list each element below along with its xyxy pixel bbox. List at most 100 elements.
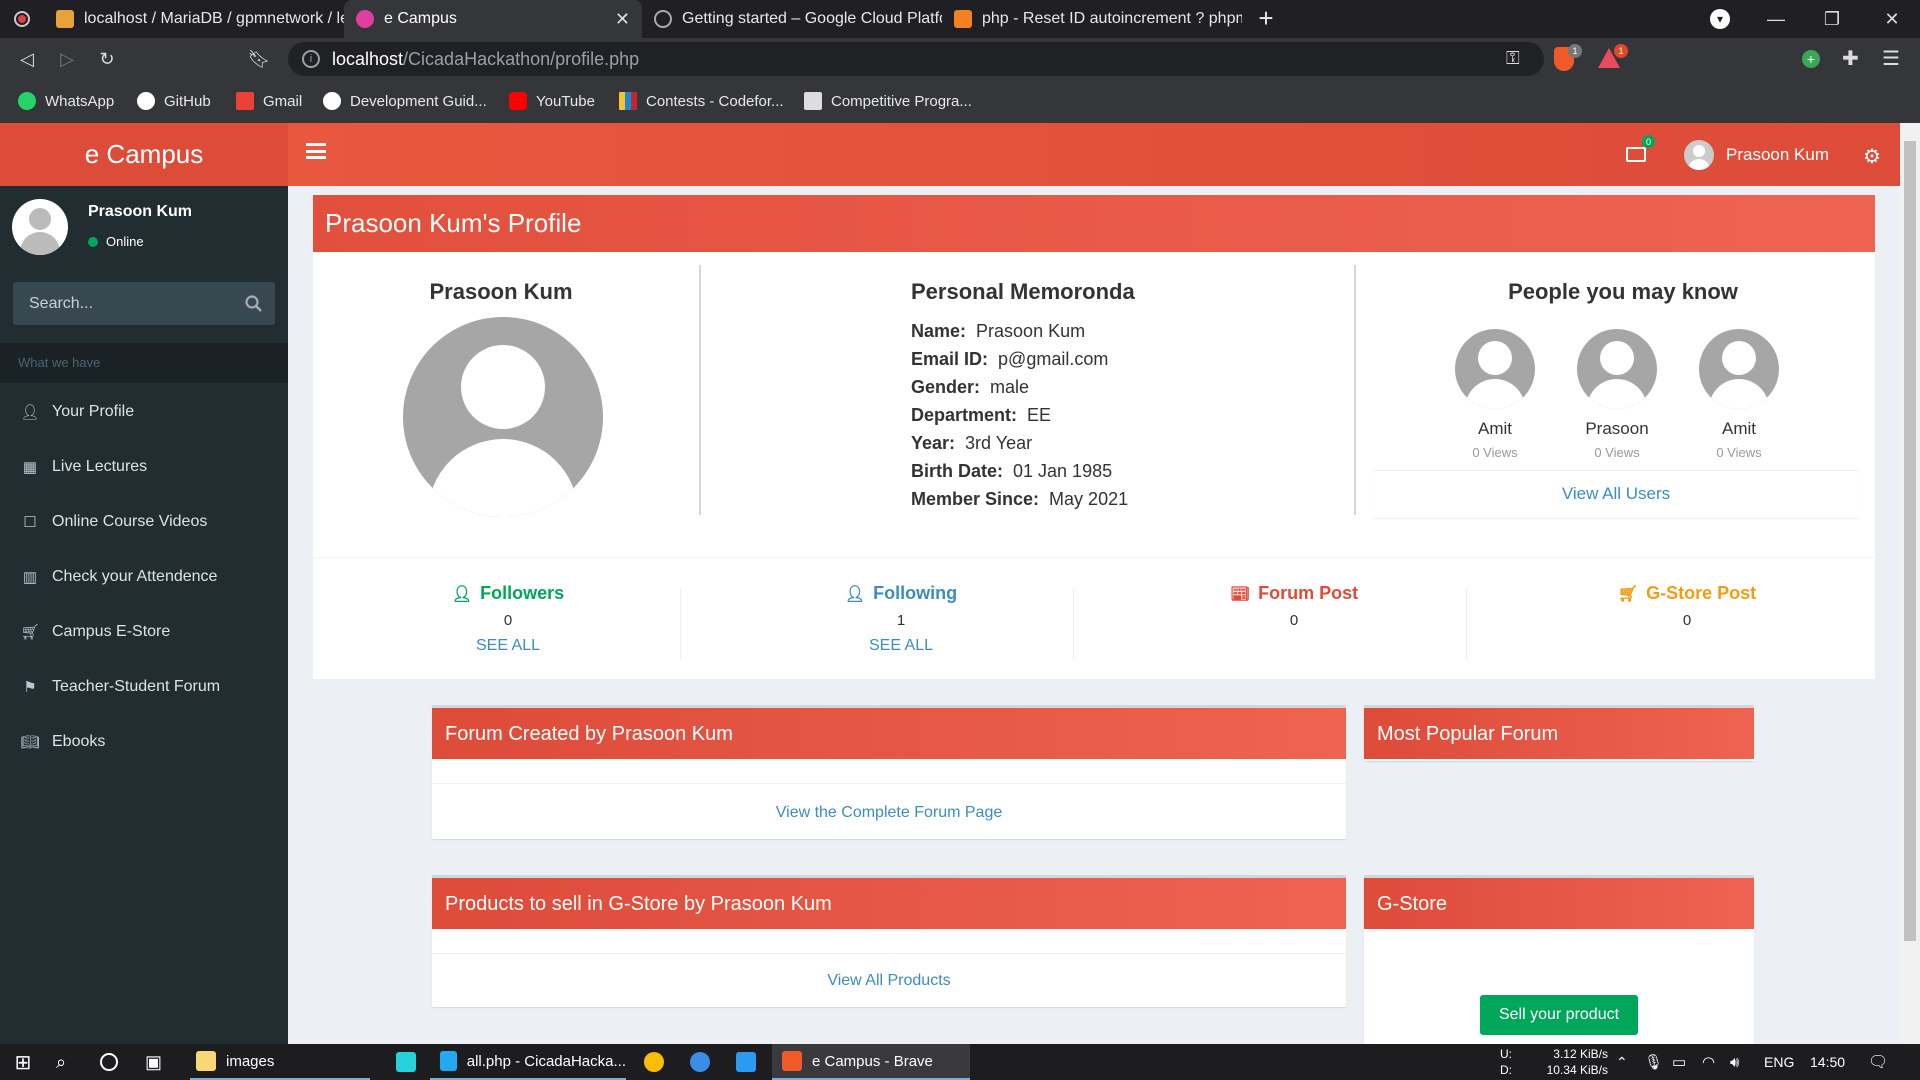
chrome-icon[interactable] <box>644 1044 674 1080</box>
sidebar-toggle-icon[interactable] <box>306 143 326 159</box>
search-input[interactable] <box>13 282 233 325</box>
sidebar-item-label: Campus E-Store <box>52 622 171 640</box>
restore-icon[interactable]: ❐ <box>1804 0 1860 38</box>
reload-icon[interactable]: ↻ <box>94 46 120 72</box>
notifications-icon[interactable]: 🗨︎ <box>1868 1044 1888 1080</box>
avatar[interactable] <box>1684 140 1714 170</box>
user-menu-name[interactable]: Prasoon Kum <box>1726 145 1829 165</box>
stat-count: 1 <box>896 612 906 629</box>
see-all-link[interactable]: SEE ALL <box>313 637 703 655</box>
bookmark-github[interactable]: GitHub <box>137 90 211 112</box>
sidebar-item-live-lectures[interactable]: ▦ Live Lectures <box>0 439 288 494</box>
avatar <box>1577 329 1657 409</box>
sidebar-item-forum[interactable]: ⚑ Teacher-Student Forum <box>0 659 288 714</box>
taskbar-item-vscode[interactable]: all.php - CicadaHacka... <box>430 1044 626 1080</box>
record-icon[interactable] <box>14 11 30 27</box>
mail-icon[interactable] <box>1626 147 1646 162</box>
extension-plus-icon[interactable]: + <box>1802 50 1820 68</box>
close-window-icon[interactable]: ✕ <box>1864 0 1920 38</box>
sidebar-user-name: Prasoon Kum <box>88 203 193 220</box>
microphone-icon[interactable]: 🎙︎ <box>1644 1044 1663 1080</box>
app-icon[interactable] <box>690 1044 720 1080</box>
memo-value: May 2021 <box>1049 489 1129 509</box>
extensions-puzzle-icon[interactable]: ✚ <box>1842 46 1859 71</box>
user-icon: 👤︎ <box>451 585 473 603</box>
view-all-products-link[interactable]: View All Products <box>432 953 1346 1007</box>
forward-icon[interactable]: ▷ <box>54 46 80 72</box>
gmail-icon <box>236 92 254 110</box>
taskbar-item-images[interactable]: images <box>190 1044 370 1080</box>
url-bar[interactable]: i localhost/CicadaHackathon/profile.php … <box>288 42 1544 76</box>
close-tab-icon[interactable]: ✕ <box>615 9 630 30</box>
view-forum-page-link[interactable]: View the Complete Forum Page <box>432 783 1346 839</box>
tab-phpmyadmin[interactable]: localhost / MariaDB / gpmnetwork / le <box>44 0 344 38</box>
stat-label-text: Followers <box>480 583 565 603</box>
stat-label-text: Following <box>873 583 958 603</box>
language-indicator[interactable]: ENG <box>1764 1044 1794 1080</box>
back-icon[interactable]: ◁ <box>14 46 40 72</box>
clock[interactable]: 14:50 <box>1810 1044 1845 1080</box>
bookmark-gmail[interactable]: Gmail <box>236 90 302 112</box>
key-icon[interactable]: ⚿ <box>1506 48 1520 69</box>
tab-stackoverflow[interactable]: php - Reset ID autoincrement ? phpmy <box>942 0 1242 38</box>
book-icon: 📖︎ <box>20 733 40 751</box>
cortana-icon[interactable] <box>100 1044 118 1080</box>
volume-icon[interactable]: 🔊︎ <box>1730 1044 1739 1080</box>
amazon-music-icon[interactable] <box>396 1044 426 1080</box>
search-icon[interactable] <box>233 282 275 325</box>
stat-forum-post: 📰︎ Forum Post 0 <box>1099 583 1489 629</box>
bookmark-codeforces[interactable]: Contests - Codefor... <box>619 90 784 112</box>
vscode-icon <box>440 1051 457 1071</box>
sell-product-button[interactable]: Sell your product <box>1480 995 1638 1035</box>
gstore-title: G-Store <box>1364 875 1754 929</box>
bookmark-label: Gmail <box>263 92 303 110</box>
windows-start-icon[interactable]: ⊞ <box>10 1044 36 1080</box>
chevron-up-icon[interactable]: ⌃ <box>1616 1044 1628 1080</box>
bookmark-icon[interactable]: 🔖︎ <box>246 46 272 72</box>
person-card[interactable]: Prasoon 0 Views <box>1557 329 1677 460</box>
task-view-icon[interactable]: ▣ <box>145 1044 162 1080</box>
calendar-icon: ▦ <box>22 458 38 476</box>
app-logo[interactable]: e Campus <box>0 123 288 186</box>
person-name[interactable]: Prasoon <box>1557 419 1677 439</box>
sidebar-item-your-profile[interactable]: 👤︎ Your Profile <box>0 384 288 439</box>
notes-icon[interactable] <box>736 1044 766 1080</box>
person-name[interactable]: Amit <box>1435 419 1555 439</box>
stat-count: 0 <box>503 612 513 629</box>
bookmark-whatsapp[interactable]: WhatsApp <box>18 90 114 112</box>
bookmark-competitive[interactable]: Competitive Progra... <box>804 90 972 112</box>
sidebar-item-attendence[interactable]: ▥ Check your Attendence <box>0 549 288 604</box>
ecampus-favicon <box>356 10 374 28</box>
tab-google-cloud[interactable]: Getting started – Google Cloud Platfor <box>642 0 942 38</box>
sidebar-item-course-videos[interactable]: ☐ Online Course Videos <box>0 494 288 549</box>
new-tab-button[interactable]: + <box>1252 5 1280 33</box>
battery-icon[interactable]: ▭ <box>1672 1044 1686 1080</box>
gears-icon[interactable]: ⚙ <box>1863 144 1885 168</box>
taskbar-item-brave[interactable]: e Campus - Brave <box>772 1044 970 1080</box>
person-name[interactable]: Amit <box>1679 419 1799 439</box>
view-all-users-link[interactable]: View All Users <box>1373 470 1859 518</box>
scroll-thumb[interactable] <box>1904 141 1916 941</box>
page-scrollbar[interactable] <box>1900 123 1920 1044</box>
github-icon <box>323 92 341 110</box>
memo-row-email: Email ID: p@gmail.com <box>911 349 1108 370</box>
site-info-icon[interactable]: i <box>302 50 320 68</box>
stats-row: 👤︎ Followers 0 SEE ALL 👤︎ Following 1 SEE … <box>313 557 1875 679</box>
search-icon[interactable]: ⌕ <box>56 1044 66 1080</box>
bookmark-youtube[interactable]: YouTube <box>509 90 595 112</box>
minimize-icon[interactable]: — <box>1748 0 1804 38</box>
person-card[interactable]: Amit 0 Views <box>1435 329 1555 460</box>
bookmark-dev-guide[interactable]: Development Guid... <box>323 90 487 112</box>
sidebar-item-e-store[interactable]: 🛒︎ Campus E-Store <box>0 604 288 659</box>
newspaper-icon: 📰︎ <box>1229 585 1251 603</box>
see-all-link[interactable]: SEE ALL <box>706 637 1096 655</box>
menu-icon[interactable]: ☰ <box>1882 46 1900 71</box>
status-badge: Online <box>88 234 144 249</box>
sidebar-item-ebooks[interactable]: 📖︎ Ebooks <box>0 714 288 769</box>
tab-ecampus[interactable]: e Campus ✕ <box>344 0 642 38</box>
memo-value: Prasoon Kum <box>976 321 1086 341</box>
tab-search-icon[interactable]: ▾ <box>1710 9 1730 29</box>
products-title: Products to sell in G-Store by Prasoon K… <box>432 875 1346 929</box>
person-card[interactable]: Amit 0 Views <box>1679 329 1799 460</box>
wifi-icon[interactable]: ◠ <box>1702 1044 1715 1080</box>
